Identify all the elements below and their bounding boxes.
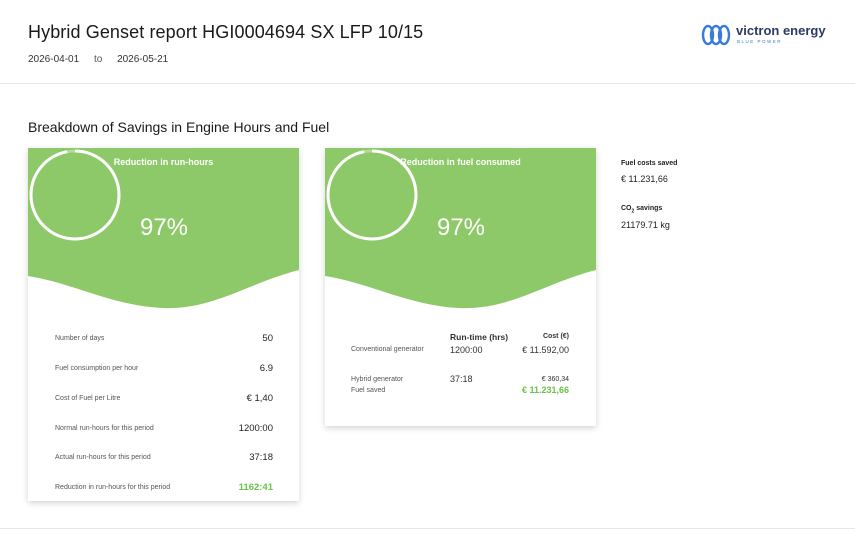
stat-label: Fuel consumption per hour	[55, 365, 139, 372]
conventional-label: Conventional generator	[351, 346, 424, 353]
logo-subtext: BLUE POWER	[737, 39, 783, 44]
logo-text: victron energy	[736, 23, 826, 38]
stat-value: 1200:00	[238, 423, 273, 434]
conventional-runtime: 1200:00	[450, 345, 483, 355]
date-to: 2026-05-21	[117, 54, 169, 65]
report-header: Hybrid Genset report HGI0004694 SX LFP 1…	[0, 0, 855, 84]
runhours-gauge-value: 97%	[139, 214, 189, 241]
stat-label: Number of days	[55, 335, 105, 342]
footer-divider	[0, 528, 855, 529]
stat-row-reduction: Reduction in run-hours for this period 1…	[55, 482, 273, 496]
fuel-gauge-arc	[326, 149, 418, 241]
runhours-gauge-arc	[29, 149, 121, 241]
co2-prefix: CO	[621, 205, 632, 212]
stat-value-highlight: 1162:41	[238, 482, 273, 493]
stat-value: € 1,40	[246, 393, 273, 404]
hybrid-label: Hybrid generator	[351, 376, 404, 383]
fuel-card: Reduction in fuel consumed 97% Run-time …	[325, 148, 596, 426]
stat-value: 37:18	[249, 452, 273, 463]
date-from: 2026-04-01	[28, 54, 80, 65]
runhours-card: Reduction in run-hours 97% Number of day…	[28, 148, 299, 501]
stat-value: 6.9	[259, 363, 273, 374]
co2-savings-value: 21179.71 kg	[621, 220, 670, 230]
runhours-card-banner: Reduction in run-hours 97%	[28, 148, 299, 313]
stat-value: 50	[262, 333, 273, 344]
col-runtime-header: Run-time (hrs)	[450, 332, 509, 342]
stat-label: Actual run-hours for this period	[55, 454, 151, 461]
stat-row-days: Number of days 50	[55, 333, 273, 347]
runhours-gauge	[29, 149, 121, 241]
fuel-card-banner: Reduction in fuel consumed 97%	[325, 148, 596, 313]
conventional-cost: € 11.592,00	[522, 345, 569, 355]
victron-logo: victron energy BLUE POWER	[700, 22, 826, 52]
stat-row-fuel-cost: Cost of Fuel per Litre € 1,40	[55, 393, 273, 407]
report-title: Hybrid Genset report HGI0004694 SX LFP 1…	[28, 22, 424, 42]
stat-label: Normal run-hours for this period	[55, 425, 154, 432]
fuel-saved-value: € 11.231,66	[521, 385, 569, 395]
stat-label: Reduction in run-hours for this period	[55, 484, 171, 491]
fuel-costs-saved-label: Fuel costs saved	[621, 160, 678, 167]
hybrid-cost: € 360,34	[541, 376, 569, 383]
col-cost-header: Cost (€)	[542, 333, 569, 340]
fuel-gauge-value: 97%	[436, 214, 486, 241]
fuel-saved-label: Fuel saved	[351, 387, 386, 394]
section-title: Breakdown of Savings in Engine Hours and…	[28, 119, 330, 135]
hybrid-runtime: 37:18	[450, 374, 473, 384]
stat-label: Cost of Fuel per Litre	[55, 395, 121, 402]
fuel-costs-saved-value: € 11.231,66	[621, 174, 668, 184]
date-range: 2026-04-01 to 2026-05-21	[28, 54, 168, 65]
stat-row-actual-runhours: Actual run-hours for this period 37:18	[55, 452, 273, 466]
victron-wave-icon	[701, 24, 731, 46]
fuel-gauge	[326, 149, 418, 241]
co2-savings-label: CO2 savings	[621, 205, 662, 214]
date-to-label: to	[93, 54, 103, 65]
stat-row-fuel-consumption: Fuel consumption per hour 6.9	[55, 363, 273, 377]
stat-row-normal-runhours: Normal run-hours for this period 1200:00	[55, 423, 273, 437]
co2-suffix: savings	[634, 205, 663, 212]
